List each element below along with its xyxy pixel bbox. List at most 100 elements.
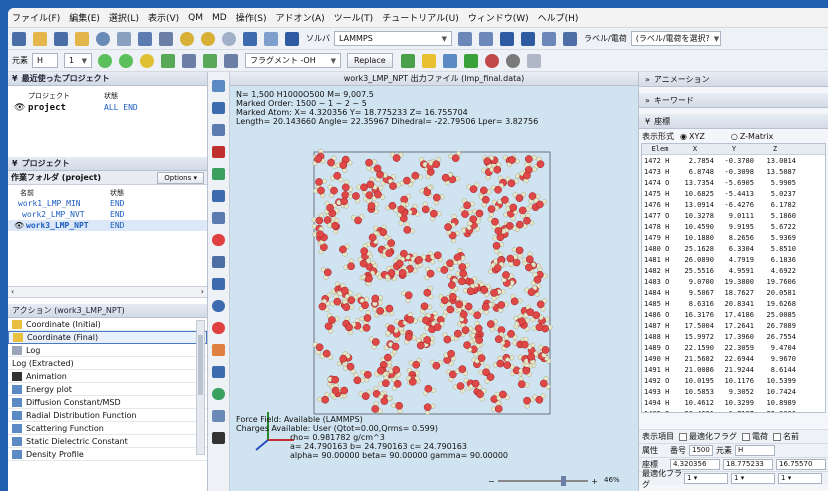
circle-icon[interactable]	[212, 322, 225, 334]
table-row[interactable]: 1492 O 10.0195 10.1176 10.5399	[642, 375, 825, 386]
list-item[interactable]: Log (Extracted)	[8, 357, 207, 370]
animation-section-header[interactable]: » アニメーション	[639, 72, 828, 87]
hydrogen-add-icon[interactable]	[182, 53, 196, 68]
projects-header[interactable]: ¥ プロジェクト	[8, 157, 207, 171]
checkbox-opt-flag[interactable]	[679, 432, 687, 441]
opt-flag-z[interactable]: 1 ▾	[778, 473, 822, 484]
queue-icon[interactable]	[521, 31, 535, 46]
symmetry-icon[interactable]	[421, 53, 436, 68]
table-row[interactable]: 1478 H 10.4590 9.9195 5.6722	[642, 221, 825, 232]
list-item[interactable]: Static Dielectric Constant	[8, 435, 207, 448]
torsion-icon[interactable]	[212, 344, 225, 356]
grid-icon[interactable]	[243, 31, 257, 46]
bond-icon[interactable]	[140, 53, 154, 68]
zoom-track[interactable]	[497, 476, 589, 486]
molecule-view[interactable]: work3_LMP_NPT 出力ファイル (lmp_final.data) N=…	[230, 72, 638, 491]
print-icon[interactable]	[117, 31, 131, 46]
check-icon[interactable]	[458, 31, 472, 46]
label-icon[interactable]	[212, 168, 225, 180]
move-icon[interactable]	[161, 53, 175, 68]
color-icon[interactable]	[212, 234, 225, 246]
xyz-option[interactable]: XYZ	[689, 132, 705, 141]
table-row[interactable]: 1486 O 16.3176 17.4186 25.0085	[642, 309, 825, 320]
solvate-icon[interactable]	[463, 53, 478, 68]
grid-icon[interactable]	[212, 278, 225, 290]
box-icon[interactable]	[264, 31, 278, 46]
table-row[interactable]: 1472 H 2.7854 -0.3780 13.0814	[642, 155, 825, 166]
table-icon[interactable]	[212, 124, 225, 136]
menu-help[interactable]: ヘルプ(H)	[538, 11, 579, 24]
coord-y-field[interactable]: 18.775233	[723, 459, 773, 470]
close-view-icon[interactable]	[212, 146, 225, 158]
coords-section-header[interactable]: ¥ 座標	[639, 114, 828, 129]
open-folder-icon[interactable]	[33, 31, 47, 46]
remove-atom-icon[interactable]	[119, 53, 133, 68]
table-row[interactable]: 1487 H 17.5004 17.2641 26.7089	[642, 320, 825, 331]
recent-projects-header[interactable]: ¥ 最近使ったプロジェクト	[8, 72, 207, 86]
zoom-slider[interactable]: − +	[488, 476, 598, 486]
menu-tools[interactable]: ツール(T)	[334, 11, 374, 24]
table-row[interactable]: 1489 O 22.1590 22.3059 9.4704	[642, 342, 825, 353]
table-row[interactable]: 1485 H 8.6316 20.8341 19.6268	[642, 298, 825, 309]
table-row[interactable]: 1473 H 6.8748 -0.3098 13.5087	[642, 166, 825, 177]
scrollbar-thumb[interactable]	[198, 335, 203, 395]
measure-icon[interactable]	[212, 190, 225, 202]
table-row[interactable]: 1475 H 10.6825 -5.4413 5.0237	[642, 188, 825, 199]
project-row[interactable]: work1_LMP_MIN END	[8, 198, 207, 209]
table-row[interactable]: 1476 H 13.0914 -6.4276 6.1782	[642, 199, 825, 210]
keyword-section-header[interactable]: » キーワード	[639, 93, 828, 108]
scroll-left-icon[interactable]: ‹	[11, 287, 14, 296]
checkbox-name[interactable]	[773, 432, 781, 441]
table-row[interactable]: 1494 H 10.4612 10.3299 10.8989	[642, 397, 825, 408]
vertical-scrollbar[interactable]	[196, 320, 205, 455]
refresh-icon[interactable]	[96, 31, 110, 46]
molecule-icon[interactable]	[484, 53, 499, 68]
options-button[interactable]: Options ▾	[157, 171, 204, 184]
cell-icon[interactable]	[442, 53, 457, 68]
paste-icon[interactable]	[159, 31, 173, 46]
export-icon[interactable]	[563, 31, 577, 46]
table-row[interactable]: 1482 H 25.5516 4.9591 4.6922	[642, 265, 825, 276]
menu-window[interactable]: ウィンドウ(W)	[468, 11, 529, 24]
table-row[interactable]: 1480 O 25.1628 6.3304 5.8510	[642, 243, 825, 254]
menu-operation[interactable]: 操作(S)	[236, 11, 267, 24]
document-icon[interactable]	[542, 31, 556, 46]
table-row[interactable]: 1474 O 13.7354 -5.6905 5.9905	[642, 177, 825, 188]
zoom-thumb[interactable]	[561, 476, 567, 486]
menu-md[interactable]: MD	[212, 13, 227, 23]
monitor-icon[interactable]	[285, 31, 299, 46]
menu-file[interactable]: ファイル(F)	[12, 11, 60, 24]
axis-icon[interactable]	[212, 256, 225, 268]
undo-icon[interactable]	[180, 31, 194, 46]
table-row[interactable]: 1491 H 21.0086 21.9244 8.6144	[642, 364, 825, 375]
table-row[interactable]: 1481 H 26.0890 4.7919 6.1836	[642, 254, 825, 265]
table-row[interactable]: 1477 O 10.3278 9.0111 5.1860	[642, 210, 825, 221]
person-icon[interactable]	[479, 31, 493, 46]
redo-icon[interactable]	[201, 31, 215, 46]
select-icon[interactable]	[212, 80, 225, 92]
element-input[interactable]: H	[32, 53, 58, 68]
fragment-select[interactable]: フラグメント -OH ▼	[245, 53, 341, 68]
recent-project-row[interactable]: 👁 project ALL END	[8, 101, 207, 114]
replace-button[interactable]: Replace	[347, 53, 393, 68]
coord-z-field[interactable]: 16.75570	[776, 459, 826, 470]
project-row-selected[interactable]: 👁 work3_LMP_NPT END	[8, 220, 207, 231]
add-atom-icon[interactable]	[98, 53, 112, 68]
radio-icon[interactable]: ○	[731, 132, 738, 141]
list-item-selected[interactable]: Coordinate (Final)	[8, 331, 207, 344]
checkbox-charge[interactable]	[742, 432, 750, 441]
label-charge-select[interactable]: (ラベル/電荷を選択? ▼	[630, 31, 721, 46]
scroll-right-icon[interactable]: ›	[201, 287, 204, 296]
menu-view[interactable]: 表示(V)	[148, 11, 179, 24]
project-row[interactable]: work2_LMP_NVT END	[8, 209, 207, 220]
menu-select[interactable]: 選択(L)	[109, 11, 139, 24]
list-item[interactable]: Scattering Function	[8, 422, 207, 435]
rotate-icon[interactable]	[222, 31, 236, 46]
percent-icon[interactable]	[224, 53, 238, 68]
info-icon[interactable]	[212, 300, 225, 312]
table-row[interactable]: 1493 H 10.5853 9.3052 10.7424	[642, 386, 825, 397]
screen-icon[interactable]	[212, 366, 225, 378]
table-row[interactable]: 1484 H 9.5067 18.7627 20.0581	[642, 287, 825, 298]
list-item[interactable]: Coordinate (Initial)	[8, 318, 207, 331]
window-icon[interactable]	[212, 102, 225, 114]
